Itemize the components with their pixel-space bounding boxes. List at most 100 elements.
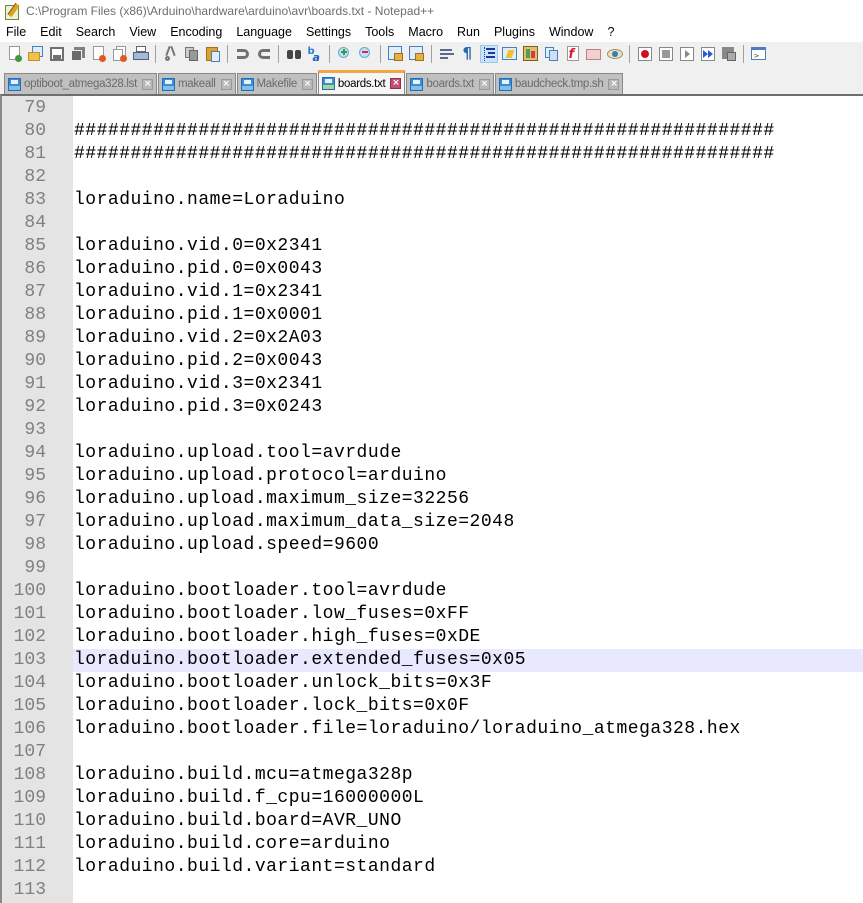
undo-icon[interactable] bbox=[235, 46, 251, 62]
line-text[interactable]: loraduino.vid.1=0x2341 bbox=[74, 281, 323, 304]
indent-guide-icon[interactable] bbox=[479, 45, 498, 63]
cut-icon[interactable] bbox=[163, 45, 179, 62]
line-text[interactable]: loraduino.bootloader.high_fuses=0xDE bbox=[74, 626, 481, 649]
user-defined-language-icon[interactable] bbox=[501, 46, 518, 62]
editor-line[interactable]: 105 loraduino.bootloader.lock_bits=0x0F bbox=[2, 695, 863, 718]
menu-run[interactable]: Run bbox=[450, 25, 487, 39]
editor-line[interactable]: 99 bbox=[2, 557, 863, 580]
tab-boards-txt[interactable]: boards.txt × bbox=[406, 73, 494, 94]
line-text[interactable]: loraduino.bootloader.low_fuses=0xFF bbox=[74, 603, 470, 626]
editor-line[interactable]: 91 loraduino.vid.3=0x2341 bbox=[2, 373, 863, 396]
editor-line[interactable]: 94 loraduino.upload.tool=avrdude bbox=[2, 442, 863, 465]
line-text[interactable]: loraduino.build.mcu=atmega328p bbox=[74, 764, 413, 787]
monitoring-icon[interactable] bbox=[606, 46, 623, 62]
save-macro-icon[interactable] bbox=[721, 46, 737, 62]
editor-line[interactable]: 85 loraduino.vid.0=0x2341 bbox=[2, 235, 863, 258]
editor-line[interactable]: 96 loraduino.upload.maximum_size=32256 bbox=[2, 488, 863, 511]
editor-line[interactable]: 95 loraduino.upload.protocol=arduino bbox=[2, 465, 863, 488]
record-macro-icon[interactable] bbox=[637, 46, 653, 62]
close-tab-icon[interactable]: × bbox=[141, 78, 153, 90]
editor-line[interactable]: 101 loraduino.bootloader.low_fuses=0xFF bbox=[2, 603, 863, 626]
menu-view[interactable]: View bbox=[122, 25, 163, 39]
menu-plugins[interactable]: Plugins bbox=[487, 25, 542, 39]
save-icon[interactable] bbox=[49, 46, 65, 62]
line-text[interactable]: loraduino.pid.1=0x0001 bbox=[74, 304, 323, 327]
editor-line[interactable]: 102 loraduino.bootloader.high_fuses=0xDE bbox=[2, 626, 863, 649]
zoom-out-icon[interactable] bbox=[358, 46, 374, 62]
find-icon[interactable] bbox=[286, 46, 302, 62]
editor-line[interactable]: 90 loraduino.pid.2=0x0043 bbox=[2, 350, 863, 373]
close-all-icon[interactable] bbox=[112, 46, 128, 62]
editor-line[interactable]: 82 bbox=[2, 166, 863, 189]
close-tab-icon[interactable]: × bbox=[478, 78, 490, 90]
console-icon[interactable]: > bbox=[750, 46, 767, 62]
menu-macro[interactable]: Macro bbox=[401, 25, 450, 39]
line-text[interactable]: loraduino.build.board=AVR_UNO bbox=[74, 810, 402, 833]
sync-vertical-icon[interactable] bbox=[387, 46, 404, 62]
editor-line[interactable]: 110 loraduino.build.board=AVR_UNO bbox=[2, 810, 863, 833]
close-icon[interactable] bbox=[91, 46, 107, 62]
menu-help[interactable]: ? bbox=[600, 25, 621, 39]
menu-file[interactable]: File bbox=[0, 25, 33, 39]
menu-language[interactable]: Language bbox=[229, 25, 299, 39]
line-text[interactable]: loraduino.upload.maximum_data_size=2048 bbox=[74, 511, 515, 534]
menu-window[interactable]: Window bbox=[542, 25, 600, 39]
editor-line[interactable]: 81 ######################################… bbox=[2, 143, 863, 166]
run-macro-multiple-icon[interactable] bbox=[700, 46, 716, 62]
menu-search[interactable]: Search bbox=[69, 25, 123, 39]
editor-line[interactable]: 112 loraduino.build.variant=standard bbox=[2, 856, 863, 879]
tab-makeall[interactable]: makeall × bbox=[157, 73, 236, 94]
editor-line[interactable]: 80 ######################################… bbox=[2, 120, 863, 143]
function-list-icon[interactable]: f bbox=[565, 46, 581, 62]
copy-icon[interactable] bbox=[184, 46, 200, 62]
close-tab-icon[interactable]: × bbox=[301, 78, 313, 90]
open-file-icon[interactable] bbox=[27, 46, 44, 62]
editor[interactable]: 79 80 ####################################… bbox=[0, 94, 863, 903]
line-text[interactable]: loraduino.upload.protocol=arduino bbox=[74, 465, 447, 488]
line-text[interactable]: loraduino.pid.2=0x0043 bbox=[74, 350, 323, 373]
folder-as-workspace-icon[interactable] bbox=[585, 46, 602, 62]
editor-line[interactable]: 93 bbox=[2, 419, 863, 442]
line-text[interactable]: loraduino.vid.0=0x2341 bbox=[74, 235, 323, 258]
line-text[interactable]: loraduino.bootloader.tool=avrdude bbox=[74, 580, 447, 603]
editor-line[interactable]: 109 loraduino.build.f_cpu=16000000L bbox=[2, 787, 863, 810]
editor-line[interactable]: 108 loraduino.build.mcu=atmega328p bbox=[2, 764, 863, 787]
line-text[interactable]: loraduino.bootloader.file=loraduino/lora… bbox=[74, 718, 741, 741]
editor-line[interactable]: 79 bbox=[2, 97, 863, 120]
line-text[interactable]: loraduino.bootloader.extended_fuses=0x05 bbox=[74, 649, 526, 672]
print-icon[interactable] bbox=[132, 46, 149, 62]
replace-icon[interactable]: ba bbox=[307, 46, 323, 64]
line-text[interactable]: loraduino.build.variant=standard bbox=[74, 856, 436, 879]
editor-line[interactable]: 111 loraduino.build.core=arduino bbox=[2, 833, 863, 856]
play-macro-icon[interactable] bbox=[679, 46, 695, 62]
show-all-characters-icon[interactable]: ¶ bbox=[460, 44, 476, 62]
line-text[interactable]: loraduino.upload.maximum_size=32256 bbox=[74, 488, 470, 511]
editor-line[interactable]: 103 loraduino.bootloader.extended_fuses=0… bbox=[2, 649, 863, 672]
paste-icon[interactable] bbox=[205, 46, 221, 62]
editor-line[interactable]: 86 loraduino.pid.0=0x0043 bbox=[2, 258, 863, 281]
line-text[interactable]: loraduino.pid.0=0x0043 bbox=[74, 258, 323, 281]
menu-edit[interactable]: Edit bbox=[33, 25, 69, 39]
editor-line[interactable]: 87 loraduino.vid.1=0x2341 bbox=[2, 281, 863, 304]
editor-line[interactable]: 106 loraduino.bootloader.file=loraduino/l… bbox=[2, 718, 863, 741]
document-map-icon[interactable] bbox=[522, 46, 539, 62]
line-text[interactable]: loraduino.build.f_cpu=16000000L bbox=[74, 787, 424, 810]
editor-line[interactable]: 100 loraduino.bootloader.tool=avrdude bbox=[2, 580, 863, 603]
editor-line[interactable]: 113 bbox=[2, 879, 863, 902]
tab-makefile[interactable]: Makefile × bbox=[236, 73, 317, 94]
editor-line[interactable]: 97 loraduino.upload.maximum_data_size=204… bbox=[2, 511, 863, 534]
editor-line[interactable]: 98 loraduino.upload.speed=9600 bbox=[2, 534, 863, 557]
new-file-icon[interactable] bbox=[7, 46, 23, 62]
line-text[interactable]: loraduino.upload.tool=avrdude bbox=[74, 442, 402, 465]
editor-line[interactable]: 83 loraduino.name=Loraduino bbox=[2, 189, 863, 212]
line-text[interactable]: ########################################… bbox=[74, 143, 775, 166]
line-text[interactable]: loraduino.build.core=arduino bbox=[74, 833, 390, 856]
editor-line[interactable]: 104 loraduino.bootloader.unlock_bits=0x3F bbox=[2, 672, 863, 695]
close-tab-icon[interactable]: × bbox=[608, 78, 620, 90]
editor-line[interactable]: 88 loraduino.pid.1=0x0001 bbox=[2, 304, 863, 327]
tab-boards-txt[interactable]: boards.txt × bbox=[317, 70, 406, 94]
sync-horizontal-icon[interactable] bbox=[408, 46, 425, 62]
editor-line[interactable]: 84 bbox=[2, 212, 863, 235]
line-text[interactable]: loraduino.pid.3=0x0243 bbox=[74, 396, 323, 419]
tab-optiboot-atmega328-lst[interactable]: optiboot_atmega328.lst × bbox=[4, 73, 157, 94]
